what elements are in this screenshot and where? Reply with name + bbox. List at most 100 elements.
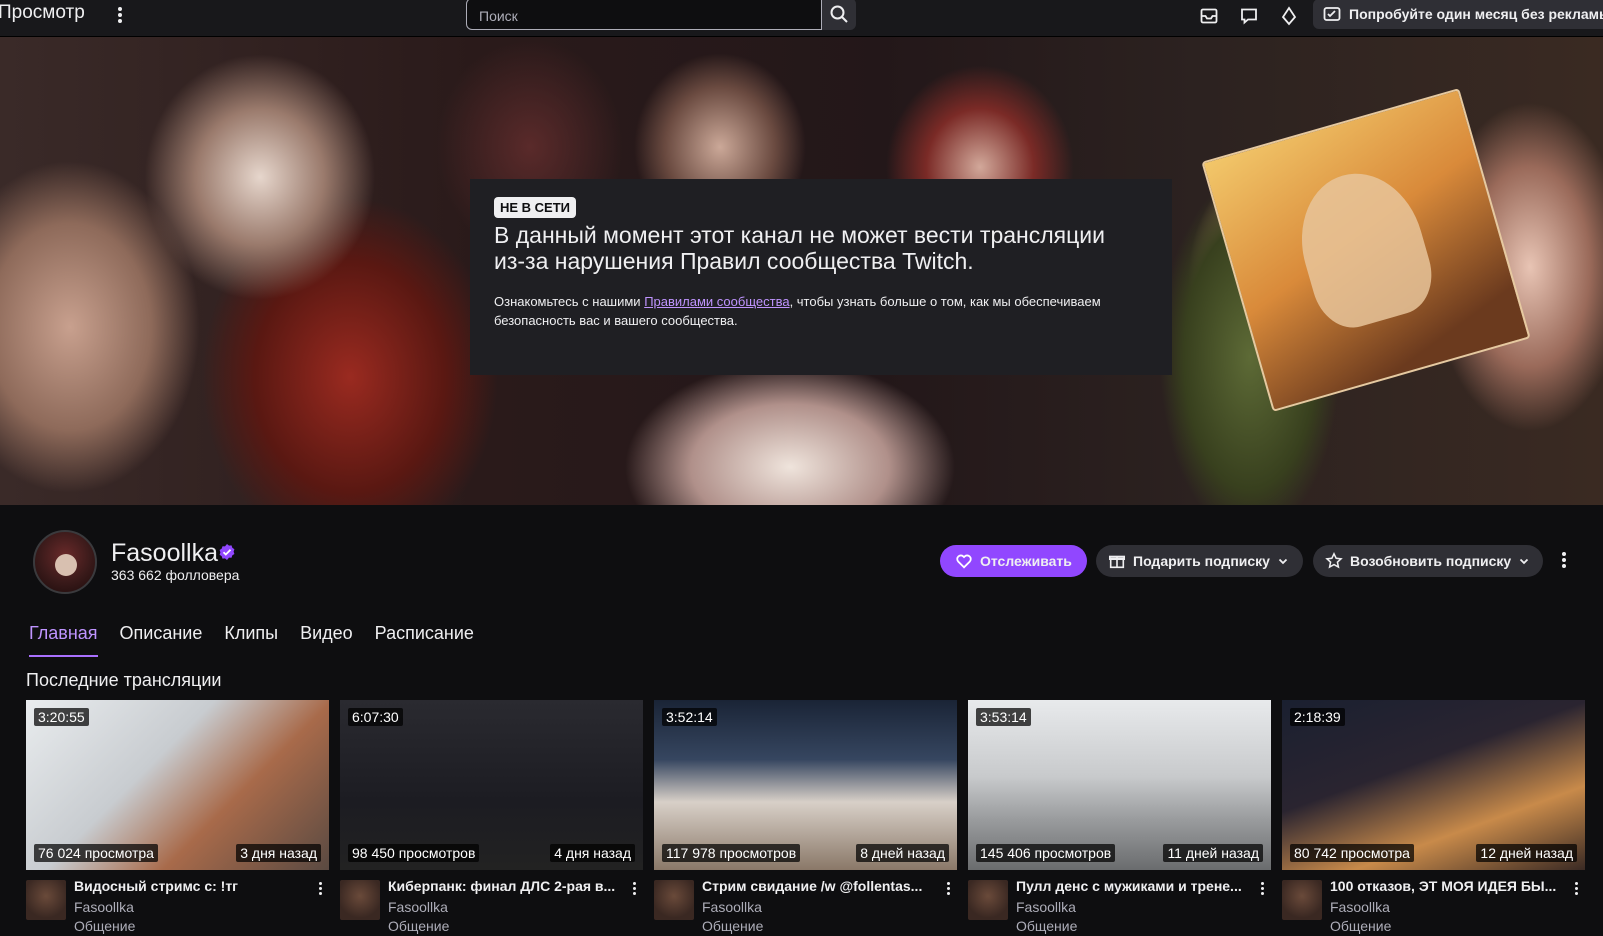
gift-sub-button[interactable]: Подарить подписку — [1096, 545, 1303, 577]
channel-name[interactable]: Fasoollka — [111, 539, 218, 568]
resubscribe-label: Возобновить подписку — [1350, 553, 1512, 569]
video-duration: 3:20:55 — [34, 708, 89, 726]
video-age: 8 дней назад — [856, 844, 949, 862]
video-card[interactable]: 3:20:55 76 024 просмотра 3 дня назад Вид… — [26, 700, 329, 936]
video-duration: 3:52:14 — [662, 708, 717, 726]
tab-home[interactable]: Главная — [29, 623, 109, 657]
video-card[interactable]: 2:18:39 80 742 просмотра 12 дней назад 1… — [1282, 700, 1585, 936]
resubscribe-button[interactable]: Возобновить подписку — [1313, 545, 1543, 577]
video-age: 12 дней назад — [1476, 844, 1577, 862]
video-duration: 2:18:39 — [1290, 708, 1345, 726]
search-icon — [830, 5, 848, 23]
video-more-icon[interactable] — [943, 880, 953, 897]
video-category[interactable]: Общение — [1330, 918, 1391, 934]
video-channel[interactable]: Fasoollka — [1016, 899, 1076, 915]
ad-free-label: Попробуйте один месяц без рекламы — [1349, 6, 1603, 22]
ad-free-icon — [1323, 7, 1341, 21]
offline-notice: НЕ В СЕТИ В данный момент этот канал не … — [470, 179, 1172, 375]
follow-button[interactable]: Отслеживать — [940, 545, 1087, 577]
video-more-icon[interactable] — [1257, 880, 1267, 897]
tab-clips[interactable]: Клипы — [213, 623, 289, 654]
video-channel[interactable]: Fasoollka — [1330, 899, 1390, 915]
video-channel[interactable]: Fasoollka — [702, 899, 762, 915]
chevron-down-icon — [1278, 558, 1288, 565]
tab-schedule[interactable]: Расписание — [364, 623, 485, 654]
search-button[interactable] — [822, 0, 856, 30]
channel-banner: НЕ В СЕТИ В данный момент этот канал не … — [0, 37, 1603, 505]
gift-sub-label: Подарить подписку — [1133, 553, 1270, 569]
video-card[interactable]: 3:52:14 117 978 просмотров 8 дней назад … — [654, 700, 957, 936]
follow-label: Отслеживать — [980, 553, 1072, 569]
video-channel-avatar[interactable] — [340, 880, 380, 920]
offline-title: В данный момент этот канал не может вест… — [494, 222, 1105, 274]
video-category[interactable]: Общение — [388, 918, 449, 934]
video-thumbnail[interactable]: 2:18:39 80 742 просмотра 12 дней назад — [1282, 700, 1585, 870]
search-input[interactable] — [466, 0, 822, 30]
video-category[interactable]: Общение — [702, 918, 763, 934]
offline-description: Ознакомьтесь с нашими Правилами сообщест… — [494, 292, 1148, 330]
video-meta: Стрим свидание /w @follentas... Fasoollk… — [654, 876, 957, 936]
video-more-icon[interactable] — [315, 880, 325, 897]
star-icon — [1325, 552, 1343, 569]
video-channel[interactable]: Fasoollka — [388, 899, 448, 915]
video-category[interactable]: Общение — [1016, 918, 1077, 934]
chevron-down-icon — [1520, 558, 1529, 565]
section-title: Последние трансляции — [26, 670, 222, 690]
top-nav: Просмотр Попробуйте один месяц без рекла… — [0, 0, 1603, 37]
video-title[interactable]: Видосный стримс с: !тг — [74, 878, 310, 894]
channel-more-icon[interactable] — [1556, 550, 1572, 574]
whispers-icon[interactable] — [1237, 4, 1261, 28]
video-channel-avatar[interactable] — [26, 880, 66, 920]
heart-icon — [956, 554, 972, 569]
video-views: 117 978 просмотров — [662, 844, 801, 862]
tab-about[interactable]: Описание — [109, 623, 214, 654]
video-channel-avatar[interactable] — [1282, 880, 1322, 920]
video-views: 145 406 просмотров — [976, 844, 1116, 862]
offline-text-before: Ознакомьтесь с нашими — [494, 294, 645, 309]
video-views: 98 450 просмотров — [348, 844, 480, 862]
video-duration: 6:07:30 — [348, 708, 403, 726]
offline-badge: НЕ В СЕТИ — [494, 197, 577, 218]
search-bar — [466, 0, 856, 30]
recent-broadcasts: 3:20:55 76 024 просмотра 3 дня назад Вид… — [26, 700, 1585, 936]
video-title[interactable]: 100 отказов, ЭТ МОЯ ИДЕЯ БЫ... — [1330, 878, 1566, 894]
browse-link[interactable]: Просмотр — [0, 2, 85, 24]
video-views: 80 742 просмотра — [1290, 844, 1414, 862]
community-guidelines-link[interactable]: Правилами сообщества — [644, 294, 789, 309]
video-thumbnail[interactable]: 3:53:14 145 406 просмотров 11 дней назад — [968, 700, 1271, 870]
video-views: 76 024 просмотра — [34, 844, 158, 862]
video-card[interactable]: 3:53:14 145 406 просмотров 11 дней назад… — [968, 700, 1271, 936]
video-category[interactable]: Общение — [74, 918, 135, 934]
bits-icon[interactable] — [1277, 4, 1301, 28]
video-more-icon[interactable] — [629, 880, 639, 897]
follower-count: 363 662 фолловера — [111, 567, 240, 583]
video-thumbnail[interactable]: 6:07:30 98 450 просмотров 4 дня назад — [340, 700, 643, 870]
tab-videos[interactable]: Видео — [289, 623, 364, 654]
video-title[interactable]: Киберпанк: финал ДЛС 2-рая в... — [388, 878, 624, 894]
video-channel-avatar[interactable] — [654, 880, 694, 920]
video-duration: 3:53:14 — [976, 708, 1031, 726]
channel-tabs: Главная Описание Клипы Видео Расписание — [29, 623, 485, 657]
channel-avatar[interactable] — [33, 530, 97, 594]
video-meta: Видосный стримс с: !тг Fasoollka Общение — [26, 876, 329, 936]
video-title[interactable]: Пулл денс с мужиками и трене... — [1016, 878, 1252, 894]
video-age: 4 дня назад — [550, 844, 635, 862]
video-thumbnail[interactable]: 3:20:55 76 024 просмотра 3 дня назад — [26, 700, 329, 870]
video-thumbnail[interactable]: 3:52:14 117 978 просмотров 8 дней назад — [654, 700, 957, 870]
video-meta: Киберпанк: финал ДЛС 2-рая в... Fasoollk… — [340, 876, 643, 936]
video-channel-avatar[interactable] — [968, 880, 1008, 920]
video-more-icon[interactable] — [1571, 880, 1581, 897]
video-title[interactable]: Стрим свидание /w @follentas... — [702, 878, 938, 894]
ad-free-button[interactable]: Попробуйте один месяц без рекламы — [1313, 0, 1603, 29]
video-meta: 100 отказов, ЭТ МОЯ ИДЕЯ БЫ... Fasoollka… — [1282, 876, 1585, 936]
inbox-icon[interactable] — [1197, 4, 1221, 28]
gift-icon — [1108, 555, 1126, 569]
banner-photo-collage — [1201, 88, 1531, 412]
video-meta: Пулл денс с мужиками и трене... Fasoollk… — [968, 876, 1271, 936]
video-channel[interactable]: Fasoollka — [74, 899, 134, 915]
nav-more-icon[interactable] — [112, 5, 128, 29]
video-card[interactable]: 6:07:30 98 450 просмотров 4 дня назад Ки… — [340, 700, 643, 936]
video-age: 11 дней назад — [1163, 844, 1263, 862]
verified-icon — [219, 544, 235, 560]
video-age: 3 дня назад — [236, 844, 321, 862]
